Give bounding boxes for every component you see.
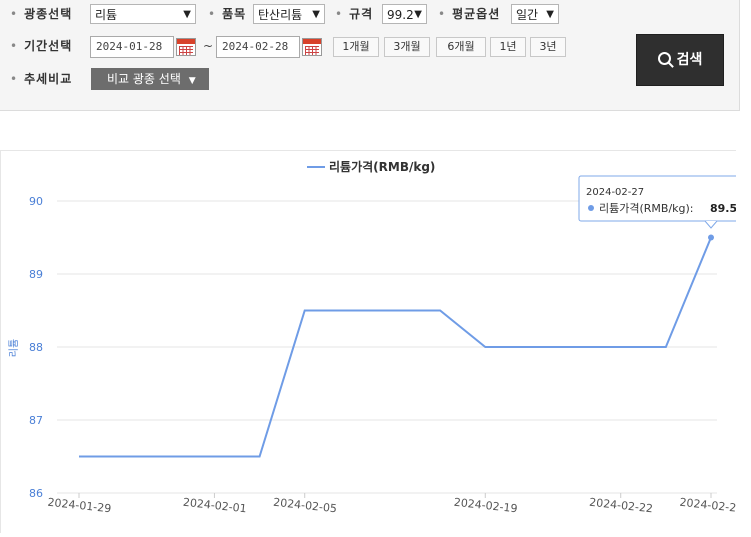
- bullet-icon: •: [10, 7, 19, 21]
- start-date-input[interactable]: 2024-01-28: [90, 36, 174, 58]
- bullet-icon: •: [208, 7, 217, 21]
- y-tick-label: 88: [29, 341, 43, 354]
- bullet-icon: •: [10, 39, 19, 53]
- period-3month-button[interactable]: 3개월: [384, 37, 430, 57]
- x-tick-label: 2024-02-19: [453, 496, 518, 516]
- spec-label: • 규격: [335, 7, 374, 21]
- x-tick-label: 2024-02-05: [273, 496, 338, 516]
- x-tick-label: 2024-02-22: [589, 496, 654, 516]
- compare-mineral-button[interactable]: 비교 광종 선택 ▼: [91, 68, 209, 90]
- price-line-chart: 리튬가격(RMB/kg) 리튬 86 87 88 89 90 2024-01-29 202…: [8, 159, 745, 516]
- period-label: • 기간선택: [10, 39, 73, 53]
- mineral-label: • 광종선택: [10, 7, 73, 21]
- end-date-input[interactable]: 2024-02-28: [216, 36, 300, 58]
- chevron-down-icon: ▼: [183, 9, 191, 20]
- y-axis-label: 리튬: [8, 339, 20, 357]
- date-range-separator: ~: [203, 39, 214, 53]
- period-1year-button[interactable]: 1년: [490, 37, 526, 57]
- search-icon: [657, 52, 671, 65]
- period-1month-button[interactable]: 1개월: [333, 37, 379, 57]
- avg-option-select[interactable]: 일간 ▼: [511, 4, 559, 24]
- tooltip-date: 2024-02-27: [586, 187, 644, 198]
- tooltip-series-label: 리튬가격(RMB/kg):: [599, 202, 694, 215]
- bullet-icon: •: [438, 7, 447, 21]
- chevron-down-icon: ▼: [312, 9, 320, 20]
- y-tick-label: 89: [29, 268, 43, 281]
- calendar-icon[interactable]: [176, 38, 196, 56]
- y-tick-label: 90: [29, 195, 43, 208]
- tooltip-series-dot: [588, 205, 594, 211]
- chart-legend[interactable]: 리튬가격(RMB/kg): [307, 159, 435, 174]
- x-tick-label: 2024-02-01: [182, 496, 247, 516]
- tooltip-value: 89.5: [710, 202, 736, 215]
- mineral-select[interactable]: 리튬 ▼: [90, 4, 196, 24]
- calendar-icon[interactable]: [302, 38, 322, 56]
- x-tick-label: 2024-02-27: [679, 496, 736, 516]
- legend-label: 리튬가격(RMB/kg): [329, 159, 435, 174]
- chart-container: 리튬가격(RMB/kg) 리튬 86 87 88 89 90 2024-01-29 202…: [0, 150, 745, 533]
- y-tick-label: 86: [29, 487, 43, 500]
- chevron-down-icon: ▼: [188, 76, 196, 86]
- period-3year-button[interactable]: 3년: [530, 37, 566, 57]
- y-tick-label: 87: [29, 414, 43, 427]
- bullet-icon: •: [10, 72, 19, 86]
- bullet-icon: •: [335, 7, 344, 21]
- data-point[interactable]: [708, 234, 714, 241]
- tooltip-pointer: [704, 220, 718, 229]
- chevron-down-icon: ▼: [546, 9, 554, 20]
- spec-select[interactable]: 99.2 ▼: [382, 4, 427, 24]
- avg-option-label: • 평균옵션: [438, 7, 501, 21]
- search-button[interactable]: 검색: [636, 34, 724, 86]
- chart-tooltip: 2024-02-27 리튬가격(RMB/kg): 89.5: [578, 175, 745, 229]
- x-tick-label: 2024-01-29: [47, 496, 112, 516]
- item-label: •탄산리튬품목: [208, 7, 247, 21]
- filter-panel: •광종선택 리튬▼ •탄산리튬품목 탄산리튬▼ •규격 99.2▼ •평균옵션 …: [0, 0, 740, 111]
- period-6month-button[interactable]: 6개월: [436, 37, 486, 57]
- trend-compare-label: • 추세비교: [10, 72, 73, 86]
- item-select[interactable]: 탄산리튬 ▼: [253, 4, 325, 24]
- chevron-down-icon: ▼: [414, 9, 422, 20]
